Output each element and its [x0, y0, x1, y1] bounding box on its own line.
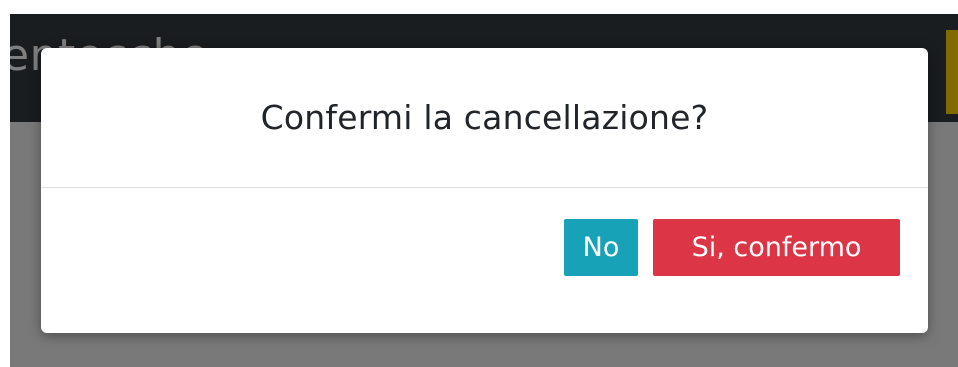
dialog-footer: No Si, confermo [564, 219, 900, 276]
screen: entecche Confermi la cancellazione? No S… [0, 0, 958, 367]
no-button[interactable]: No [564, 219, 638, 276]
confirm-delete-dialog: Confermi la cancellazione? No Si, confer… [41, 48, 928, 333]
dialog-title: Confermi la cancellazione? [260, 98, 709, 137]
dialog-header: Confermi la cancellazione? [41, 48, 928, 188]
confirm-button[interactable]: Si, confermo [653, 219, 900, 276]
